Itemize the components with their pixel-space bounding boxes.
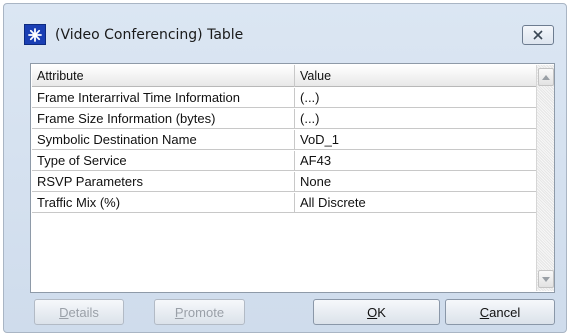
promote-button[interactable]: Promote (154, 299, 245, 325)
value-cell[interactable]: AF43 (295, 151, 536, 171)
value-cell[interactable]: (...) (295, 109, 536, 129)
details-button[interactable]: Details (34, 299, 124, 325)
vertical-scrollbar[interactable] (536, 65, 554, 291)
attribute-cell: Frame Size Information (bytes) (32, 109, 295, 129)
ok-label: K (377, 304, 386, 320)
attribute-cell: Type of Service (32, 151, 295, 171)
column-header-value[interactable]: Value (295, 65, 536, 87)
table-header: Attribute Value (32, 65, 536, 87)
arrow-up-icon (542, 74, 550, 80)
close-button[interactable] (522, 25, 554, 45)
value-cell[interactable]: (...) (295, 88, 536, 108)
attribute-cell: Symbolic Destination Name (32, 130, 295, 150)
value-cell[interactable]: VoD_1 (295, 130, 536, 150)
table-row[interactable]: Traffic Mix (%) All Discrete (32, 193, 536, 213)
details-mnemonic: D (59, 304, 69, 320)
table-row[interactable]: RSVP Parameters None (32, 172, 536, 192)
ok-button[interactable]: OK (313, 299, 440, 325)
window-title: (Video Conferencing) Table (55, 27, 244, 43)
attribute-grid: Attribute Value Frame Interarrival Time … (32, 65, 536, 291)
attribute-cell: RSVP Parameters (32, 172, 295, 192)
title-bar[interactable]: (Video Conferencing) Table (4, 4, 566, 48)
table-row[interactable]: Symbolic Destination Name VoD_1 (32, 130, 536, 150)
cancel-mnemonic: C (479, 304, 490, 320)
arrow-down-icon (542, 276, 550, 282)
column-header-attribute[interactable]: Attribute (32, 65, 295, 87)
promote-mnemonic: P (174, 304, 184, 320)
star-asterisk-icon (24, 24, 46, 45)
close-icon (533, 30, 543, 40)
ok-mnemonic: O (367, 304, 378, 320)
value-cell[interactable]: None (295, 172, 536, 192)
cancel-button[interactable]: Cancel (445, 299, 555, 325)
value-cell[interactable]: All Discrete (295, 193, 536, 213)
dialog-window: (Video Conferencing) Table Attribute Val… (3, 3, 567, 333)
attribute-cell: Frame Interarrival Time Information (32, 88, 295, 108)
attribute-cell: Traffic Mix (%) (32, 193, 295, 213)
table-row[interactable]: Type of Service AF43 (32, 151, 536, 171)
scroll-up-button[interactable] (538, 68, 554, 86)
table-row[interactable]: Frame Interarrival Time Information (...… (32, 88, 536, 108)
table-row[interactable]: Frame Size Information (bytes) (...) (32, 109, 536, 129)
scroll-down-button[interactable] (538, 270, 554, 288)
attribute-table-panel: Attribute Value Frame Interarrival Time … (30, 63, 555, 293)
cancel-label: ancel (489, 304, 521, 320)
details-label: etails (68, 304, 99, 320)
promote-label: romote (183, 304, 225, 320)
